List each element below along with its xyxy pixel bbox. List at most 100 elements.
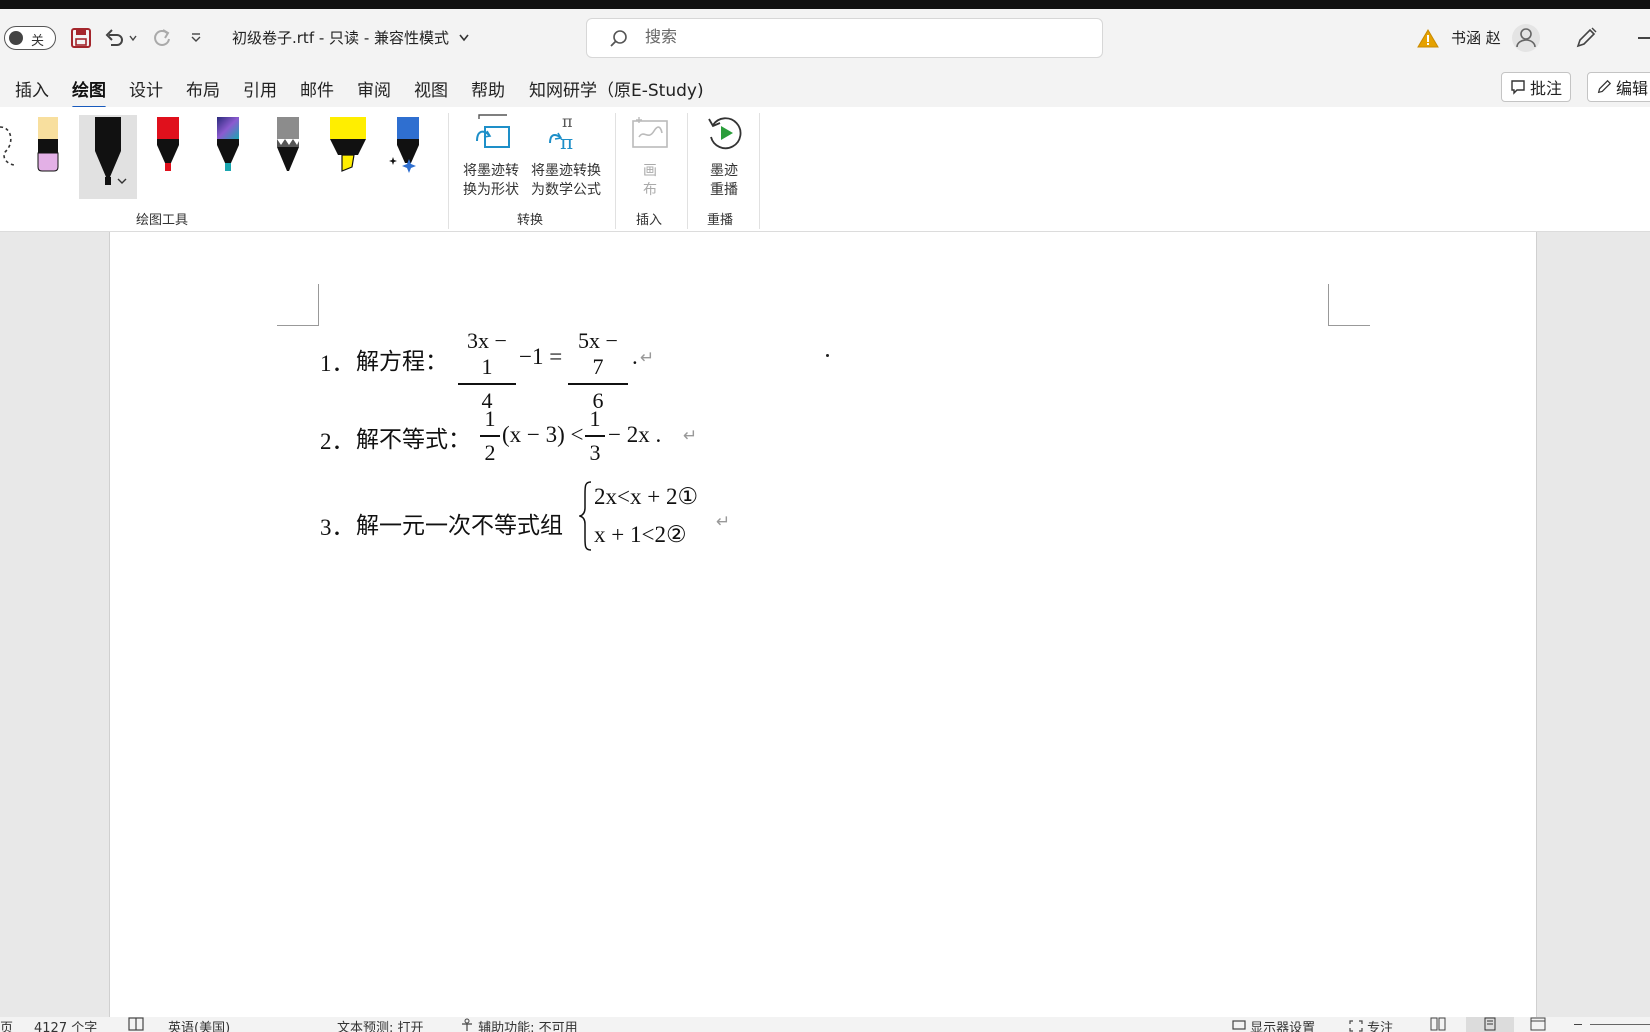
tab-insert[interactable]: 插入 xyxy=(15,76,49,101)
gray-pencil-tool[interactable] xyxy=(262,115,314,193)
focus-icon xyxy=(1349,1020,1363,1032)
tab-mailings[interactable]: 邮件 xyxy=(300,76,334,101)
monitor-icon xyxy=(1232,1020,1246,1030)
paragraph-mark: ↵ xyxy=(640,348,655,368)
yellow-highlighter-tool[interactable] xyxy=(322,115,374,193)
tab-view[interactable]: 视图 xyxy=(414,76,448,101)
document-title[interactable]: 初级卷子.rtf - 只读 - 兼容性模式 xyxy=(232,27,470,48)
fraction-bar xyxy=(480,435,500,437)
search-box[interactable] xyxy=(586,18,1103,58)
tab-references[interactable]: 引用 xyxy=(243,76,277,101)
paragraph-mark: ↵ xyxy=(716,512,731,532)
zoom-slider[interactable] xyxy=(1590,1024,1650,1025)
editing-button[interactable]: 编辑 xyxy=(1587,72,1650,102)
replay-icon xyxy=(708,117,742,150)
title-bar: 关 初级卷子.rtf - 只读 - 兼容性模式 书涵 赵 xyxy=(0,9,1650,67)
svg-text:π: π xyxy=(562,113,573,131)
zoom-out-icon[interactable] xyxy=(1574,1024,1582,1025)
web-layout-icon[interactable] xyxy=(1530,1017,1546,1032)
ink-to-shape-icon xyxy=(476,114,510,148)
menu-bar: 插入 绘图 设计 布局 引用 邮件 审阅 视图 帮助 知网研学（原E-Study… xyxy=(0,67,1650,109)
fraction-bar xyxy=(458,383,516,385)
ribbon-separator xyxy=(687,113,688,229)
tab-design[interactable]: 设计 xyxy=(129,76,163,101)
autosave-toggle[interactable]: 关 xyxy=(4,26,56,50)
q2-tail: − 2x . xyxy=(608,422,662,447)
ink-to-shape-button[interactable]: 将墨迹转 换为形状 xyxy=(458,113,524,203)
chevron-down-icon xyxy=(459,34,469,42)
undo-icon[interactable] xyxy=(102,25,126,51)
top-window-border xyxy=(0,0,1650,9)
search-input[interactable] xyxy=(645,25,1075,51)
q2-middle: (x − 3) < xyxy=(502,422,584,447)
warning-icon[interactable] xyxy=(1416,25,1440,51)
tab-layout[interactable]: 布局 xyxy=(186,76,220,101)
focus-label: 专注 xyxy=(1367,1021,1394,1032)
q3-number: 3． xyxy=(320,515,355,540)
q2-prefix: 解不等式： xyxy=(356,427,471,452)
language[interactable]: 英语(美国) xyxy=(168,1017,230,1032)
text-prediction[interactable]: 文本预测: 打开 xyxy=(337,1017,424,1032)
q1-frac2-numerator: 5x − 7 xyxy=(578,328,618,379)
action-pen-tool[interactable] xyxy=(381,115,433,193)
customize-toolbar-icon[interactable] xyxy=(188,25,204,51)
lasso-select-icon[interactable] xyxy=(0,121,22,181)
q2-frac2-denominator: 3 xyxy=(589,439,601,465)
black-pen-tool[interactable] xyxy=(79,115,137,199)
ink-replay-button[interactable]: 墨迹 重播 xyxy=(694,113,754,203)
undo-dropdown-icon[interactable] xyxy=(127,25,139,51)
accessibility-label: 辅助功能: 不可用 xyxy=(478,1021,578,1032)
red-pen-tool[interactable] xyxy=(142,115,194,193)
q2-frac1-numerator: 1 xyxy=(484,406,496,431)
autosave-label: 关 xyxy=(31,34,45,49)
accessibility-status[interactable]: 辅助功能: 不可用 xyxy=(460,1017,578,1032)
fraction-bar xyxy=(568,383,628,385)
search-icon xyxy=(610,30,627,47)
save-icon[interactable] xyxy=(68,25,94,51)
tab-help[interactable]: 帮助 xyxy=(471,76,505,101)
galaxy-pen-tool[interactable] xyxy=(202,115,254,193)
drawing-canvas-button[interactable]: 画 布 xyxy=(622,113,678,203)
document-page[interactable]: 1． 解方程： 3x − 1 4 −1 = 5x − 7 6 . ↵ 2． 解不… xyxy=(109,232,1537,1017)
drawing-canvas-icon xyxy=(632,117,668,148)
group-label-insert: 插入 xyxy=(636,213,663,228)
tab-cnki-estudy[interactable]: 知网研学（原E-Study) xyxy=(529,76,704,101)
print-layout-icon[interactable] xyxy=(1466,1017,1514,1032)
q1-tail: . xyxy=(632,344,638,369)
avatar[interactable] xyxy=(1510,24,1542,52)
document-title-text: 初级卷子.rtf - 只读 - 兼容性模式 xyxy=(232,29,449,47)
status-bar: 页 4127 个字 英语(美国) 文本预测: 打开 辅助功能: 不可用 显示器设… xyxy=(0,1017,1650,1032)
user-name[interactable]: 书涵 赵 xyxy=(1451,27,1501,48)
q2-number: 2． xyxy=(320,429,355,454)
word-count[interactable]: 4127 个字 xyxy=(34,1017,97,1032)
system-brace xyxy=(579,481,592,551)
ink-to-shape-label: 将墨迹转 换为形状 xyxy=(463,163,519,198)
q1-frac1-numerator: 3x − 1 xyxy=(467,328,507,379)
tab-review[interactable]: 审阅 xyxy=(357,76,391,101)
q2-fraction-right: 1 3 xyxy=(585,406,605,466)
proofing-icon[interactable] xyxy=(128,1017,144,1032)
minimize-icon[interactable] xyxy=(1638,37,1650,39)
svg-text:π: π xyxy=(560,130,573,153)
redo-icon[interactable] xyxy=(150,25,174,51)
eraser-tool[interactable] xyxy=(22,115,74,193)
q2-frac1-denominator: 2 xyxy=(484,439,496,465)
stray-dot xyxy=(826,354,829,357)
ribbon-separator xyxy=(759,113,760,229)
page-indicator[interactable]: 页 xyxy=(0,1017,13,1032)
tab-draw[interactable]: 绘图 xyxy=(72,76,106,109)
q1-fraction-left: 3x − 1 4 xyxy=(458,328,516,414)
ribbon-separator xyxy=(615,113,616,229)
display-settings[interactable]: 显示器设置 xyxy=(1232,1017,1315,1032)
ink-to-math-button[interactable]: ππ 将墨迹转换 为数学公式 xyxy=(526,113,606,203)
designer-pen-icon[interactable] xyxy=(1572,25,1600,51)
accessibility-icon xyxy=(462,1018,472,1031)
comments-button[interactable]: 批注 xyxy=(1501,72,1572,102)
q1-prefix: 解方程： xyxy=(356,349,448,374)
read-mode-icon[interactable] xyxy=(1430,1017,1446,1032)
focus-mode[interactable]: 专注 xyxy=(1349,1017,1393,1032)
pencil-icon xyxy=(1597,79,1612,94)
group-label-draw-tools: 绘图工具 xyxy=(136,213,189,228)
ribbon: 绘图工具 将墨迹转 换为形状 ππ 将墨迹转换 为数学公式 转换 画 布 插入 … xyxy=(0,107,1650,232)
comment-icon xyxy=(1511,80,1525,95)
